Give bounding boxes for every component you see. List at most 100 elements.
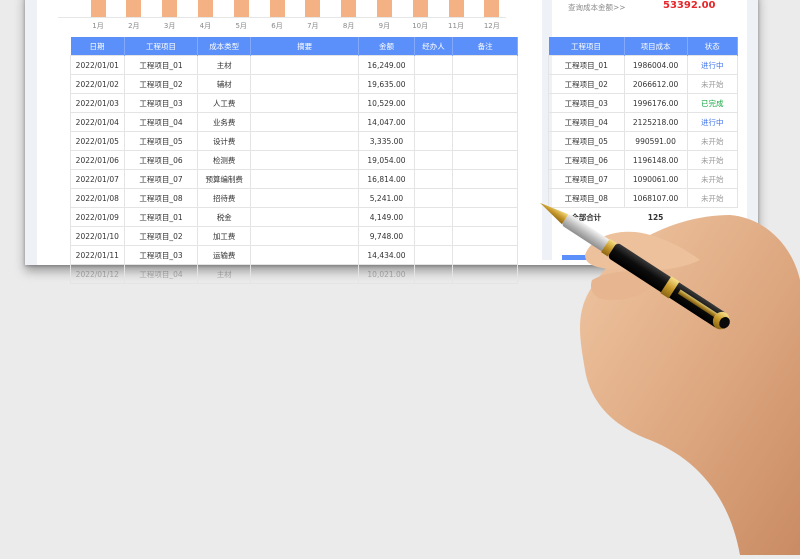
date-cell[interactable]: 2022/01/12 <box>70 264 125 284</box>
amount-cell[interactable]: 14,434.00 <box>358 245 415 265</box>
project-cell[interactable]: 工程项目_07 <box>123 169 199 189</box>
handler-cell[interactable] <box>413 264 454 284</box>
remark-cell[interactable] <box>452 264 518 284</box>
cost-type-cell[interactable]: 招待费 <box>197 188 251 208</box>
summary-cell[interactable] <box>249 188 360 208</box>
project-cell[interactable]: 工程项目_05 <box>123 131 199 151</box>
column-header[interactable]: 成本类型 <box>197 37 251 56</box>
amount-cell[interactable]: 9,748.00 <box>358 226 415 246</box>
handler-cell[interactable] <box>413 207 454 227</box>
date-cell[interactable]: 2022/01/05 <box>70 131 125 151</box>
status-badge[interactable]: 未开始 <box>686 131 739 151</box>
amount-cell[interactable]: 19,635.00 <box>358 74 415 94</box>
remark-cell[interactable] <box>452 112 518 132</box>
project-cell[interactable]: 工程项目_02 <box>123 74 199 94</box>
handler-cell[interactable] <box>413 74 454 94</box>
project-cell[interactable]: 工程项目_08 <box>548 188 625 208</box>
project-cost-cell[interactable]: 2066612.00 <box>623 74 688 94</box>
remark-cell[interactable] <box>452 226 518 246</box>
remark-cell[interactable] <box>452 93 518 113</box>
amount-cell[interactable]: 14,047.00 <box>358 112 415 132</box>
project-cell[interactable]: 工程项目_01 <box>123 55 199 75</box>
cost-type-cell[interactable]: 辅材 <box>197 74 251 94</box>
cost-type-cell[interactable]: 加工费 <box>197 226 251 246</box>
project-cost-cell[interactable]: 990591.00 <box>623 131 688 151</box>
summary-cell[interactable] <box>249 264 360 284</box>
date-cell[interactable]: 2022/01/07 <box>70 169 125 189</box>
amount-cell[interactable]: 5,241.00 <box>358 188 415 208</box>
column-header[interactable]: 项目成本 <box>624 37 688 56</box>
status-badge[interactable]: 进行中 <box>686 112 739 132</box>
project-cell[interactable]: 工程项目_03 <box>548 93 625 113</box>
remark-cell[interactable] <box>452 74 518 94</box>
date-cell[interactable]: 2022/01/03 <box>70 93 125 113</box>
remark-cell[interactable] <box>452 207 518 227</box>
column-header[interactable]: 备注 <box>452 37 518 56</box>
handler-cell[interactable] <box>413 55 454 75</box>
cost-type-cell[interactable]: 主材 <box>197 55 251 75</box>
project-cell[interactable]: 工程项目_03 <box>123 93 199 113</box>
project-cost-cell[interactable]: 1068107.00 <box>623 188 688 208</box>
project-cell[interactable]: 工程项目_03 <box>123 245 199 265</box>
status-badge[interactable]: 未开始 <box>686 74 739 94</box>
project-cell[interactable]: 工程项目_02 <box>123 226 199 246</box>
handler-cell[interactable] <box>413 169 454 189</box>
handler-cell[interactable] <box>413 112 454 132</box>
column-header[interactable]: 经办人 <box>414 37 454 56</box>
project-cell[interactable]: 工程项目_01 <box>548 55 625 75</box>
date-cell[interactable]: 2022/01/09 <box>70 207 125 227</box>
project-cell[interactable]: 工程项目_05 <box>548 131 625 151</box>
remark-cell[interactable] <box>452 150 518 170</box>
column-header[interactable]: 日期 <box>70 37 125 56</box>
handler-cell[interactable] <box>413 226 454 246</box>
handler-cell[interactable] <box>413 93 454 113</box>
project-cost-cell[interactable]: 1986004.00 <box>623 55 688 75</box>
amount-cell[interactable]: 16,249.00 <box>358 55 415 75</box>
date-cell[interactable]: 2022/01/08 <box>70 188 125 208</box>
cost-type-cell[interactable]: 税金 <box>197 207 251 227</box>
remark-cell[interactable] <box>452 169 518 189</box>
summary-cell[interactable] <box>249 226 360 246</box>
project-cell[interactable]: 工程项目_01 <box>123 207 199 227</box>
summary-cell[interactable] <box>249 112 360 132</box>
cost-type-cell[interactable]: 设计费 <box>197 131 251 151</box>
date-cell[interactable]: 2022/01/10 <box>70 226 125 246</box>
summary-cell[interactable] <box>249 150 360 170</box>
date-cell[interactable]: 2022/01/06 <box>70 150 125 170</box>
handler-cell[interactable] <box>413 131 454 151</box>
project-cell[interactable]: 工程项目_06 <box>548 150 625 170</box>
handler-cell[interactable] <box>413 245 454 265</box>
status-badge[interactable]: 已完成 <box>686 93 739 113</box>
remark-cell[interactable] <box>452 245 518 265</box>
query-cost-value[interactable]: 53392.00 <box>663 0 716 11</box>
summary-cell[interactable] <box>249 169 360 189</box>
status-badge[interactable]: 未开始 <box>686 188 739 208</box>
project-cost-cell[interactable]: 1090061.00 <box>623 169 688 189</box>
project-cell[interactable]: 工程项目_02 <box>548 74 625 94</box>
date-cell[interactable]: 2022/01/11 <box>70 245 125 265</box>
summary-cell[interactable] <box>249 93 360 113</box>
cost-type-cell[interactable]: 业务费 <box>197 112 251 132</box>
status-badge[interactable]: 进行中 <box>686 55 739 75</box>
status-badge[interactable]: 未开始 <box>686 150 739 170</box>
amount-cell[interactable]: 16,814.00 <box>358 169 415 189</box>
cost-type-cell[interactable]: 运输费 <box>197 245 251 265</box>
date-cell[interactable]: 2022/01/02 <box>70 74 125 94</box>
status-badge[interactable]: 未开始 <box>686 169 739 189</box>
project-cost-cell[interactable]: 1996176.00 <box>623 93 688 113</box>
remark-cell[interactable] <box>452 131 518 151</box>
project-cell[interactable]: 工程项目_08 <box>123 188 199 208</box>
summary-cell[interactable] <box>249 245 360 265</box>
project-cost-cell[interactable]: 1196148.00 <box>623 150 688 170</box>
date-cell[interactable]: 2022/01/01 <box>70 55 125 75</box>
cost-type-cell[interactable]: 预算编制费 <box>197 169 251 189</box>
amount-cell[interactable]: 4,149.00 <box>358 207 415 227</box>
remark-cell[interactable] <box>452 188 518 208</box>
project-cell[interactable]: 工程项目_04 <box>548 112 625 132</box>
project-cell[interactable]: 工程项目_04 <box>123 112 199 132</box>
project-cost-cell[interactable]: 2125218.00 <box>623 112 688 132</box>
remark-cell[interactable] <box>452 55 518 75</box>
column-header[interactable]: 摘要 <box>250 37 360 56</box>
amount-cell[interactable]: 10,529.00 <box>358 93 415 113</box>
column-header[interactable]: 状态 <box>687 37 739 56</box>
